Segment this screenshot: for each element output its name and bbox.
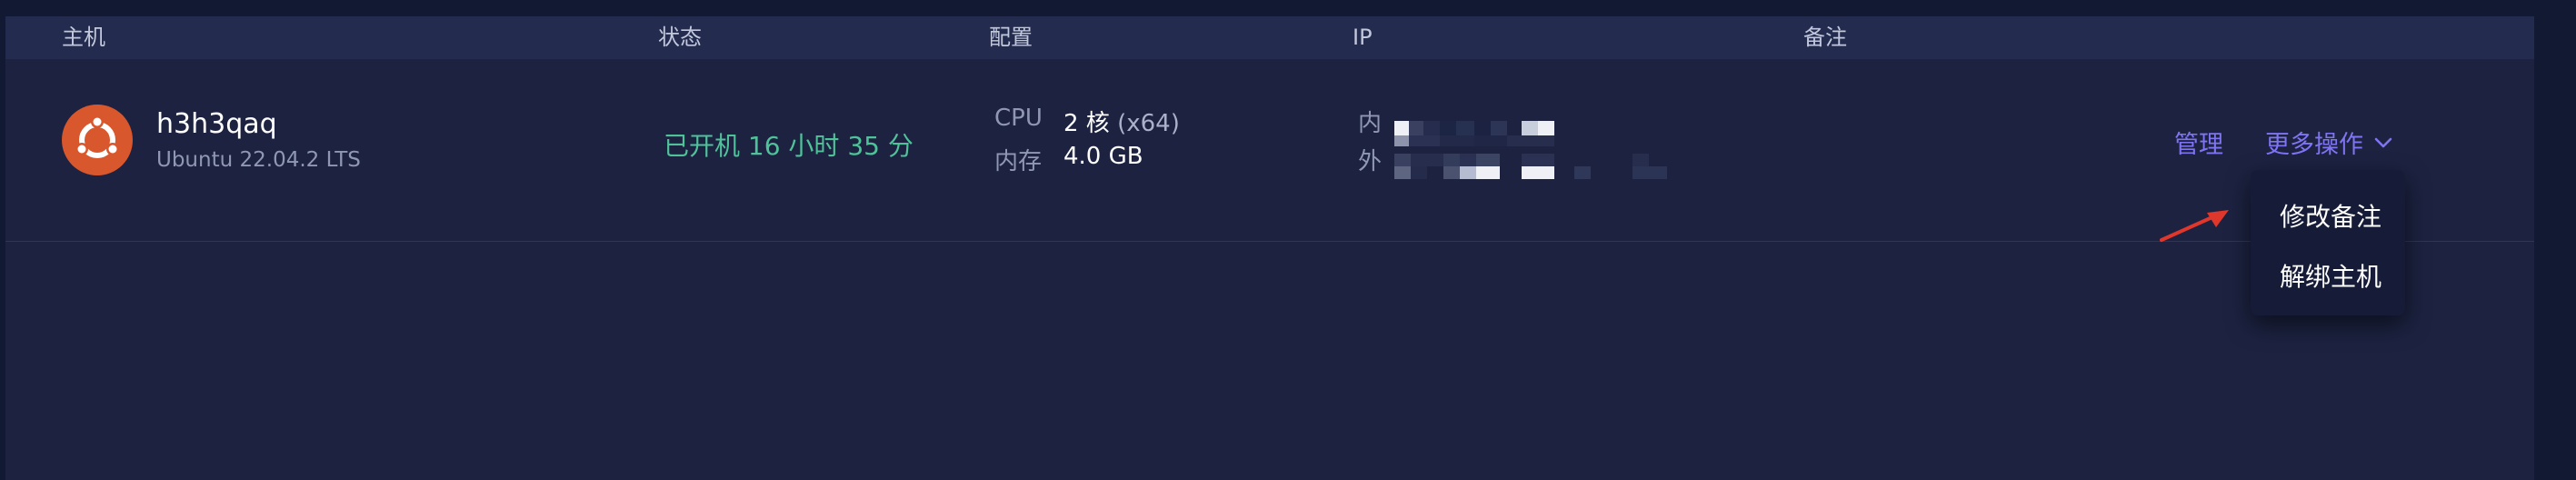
ip-outer-label: 外	[1358, 148, 1383, 175]
cpu-cores: 2 核	[1063, 110, 1110, 137]
cpu-arch: (x64)	[1117, 110, 1180, 137]
header-host: 主机	[62, 25, 105, 50]
more-actions-menu: 修改备注 解绑主机	[2251, 170, 2405, 315]
ip-inner-label: 内	[1358, 110, 1383, 137]
manage-link[interactable]: 管理	[2174, 125, 2223, 160]
ubuntu-icon	[62, 105, 133, 175]
header-ip: IP	[1353, 25, 1373, 50]
memory-value: 4.0 GB	[1063, 143, 1143, 170]
memory-label: 内存	[994, 148, 1043, 175]
header-status: 状态	[658, 25, 702, 50]
chevron-down-icon[interactable]	[2372, 132, 2394, 154]
menu-item-unbind-host[interactable]: 解绑主机	[2280, 257, 2381, 294]
more-actions-button[interactable]: 更多操作	[2265, 125, 2363, 160]
cpu-label: CPU	[994, 105, 1043, 132]
menu-item-edit-note[interactable]: 修改备注	[2280, 197, 2381, 234]
status-text: 已开机 16 小时 35 分	[664, 131, 914, 161]
header-note: 备注	[1803, 25, 1847, 50]
host-os: Ubuntu 22.04.2 LTS	[156, 148, 361, 172]
cpu-value: 2 核 (x64)	[1063, 105, 1180, 138]
host-name: h3h3qaq	[156, 108, 277, 140]
table-row: h3h3qaq Ubuntu 22.04.2 LTS 已开机 16 小时 35 …	[5, 59, 2534, 242]
host-table: 主机 状态 配置 IP 备注 h3h3qaq Ubuntu 22.04.2 LT…	[5, 16, 2534, 480]
app-window: 主机 状态 配置 IP 备注 h3h3qaq Ubuntu 22.04.2 LT…	[0, 0, 2576, 480]
header-config: 配置	[989, 25, 1033, 50]
annotation-arrow-icon	[2160, 210, 2229, 242]
table-header: 主机 状态 配置 IP 备注	[5, 16, 2534, 59]
